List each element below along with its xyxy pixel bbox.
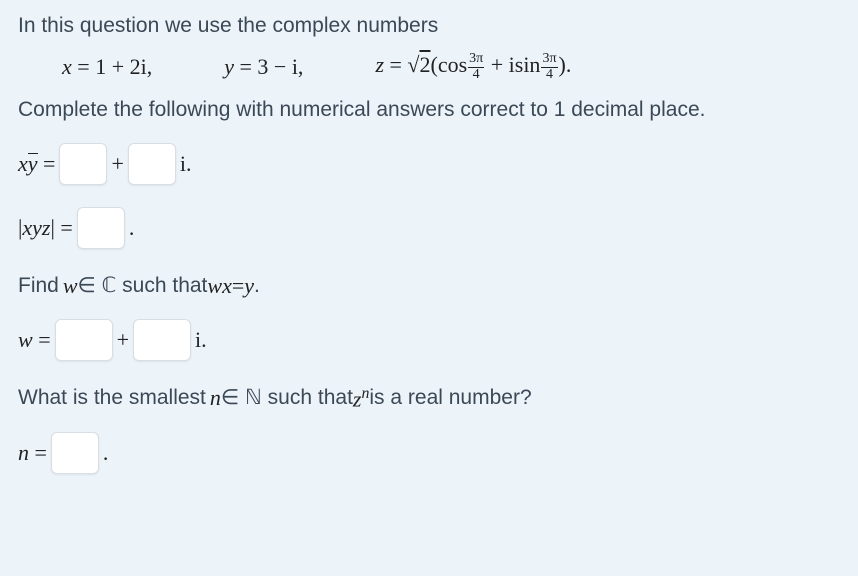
def-x: x = 1 + 2i,: [62, 52, 152, 82]
def-z: z = √2(cos3π4 + isin3π4).: [375, 50, 571, 82]
definitions-row: x = 1 + 2i, y = 3 − i, z = √2(cos3π4 + i…: [18, 50, 840, 82]
w-real-input[interactable]: [55, 319, 113, 361]
intro-text: In this question we use the complex numb…: [18, 12, 840, 40]
n-tail: .: [103, 438, 109, 468]
line-xy: xy = + i.: [18, 143, 840, 185]
line-abs: |xyz| = .: [18, 207, 840, 249]
def-y: y = 3 − i,: [224, 52, 303, 82]
xy-tail: i.: [180, 149, 192, 179]
instruction-2: Find w ∈ ℂ such that wx = y .: [18, 271, 840, 301]
xy-imag-input[interactable]: [128, 143, 176, 185]
instruction-1: Complete the following with numerical an…: [18, 96, 840, 124]
w-imag-input[interactable]: [133, 319, 191, 361]
w-tail: i.: [195, 325, 207, 355]
line-w: w = + i.: [18, 319, 840, 361]
instruction-3: What is the smallest n ∈ ℕ such that zn …: [18, 383, 840, 414]
line-n: n = .: [18, 432, 840, 474]
abs-xyz-input[interactable]: [77, 207, 125, 249]
xy-real-input[interactable]: [59, 143, 107, 185]
n-input[interactable]: [51, 432, 99, 474]
abs-tail: .: [129, 213, 135, 243]
